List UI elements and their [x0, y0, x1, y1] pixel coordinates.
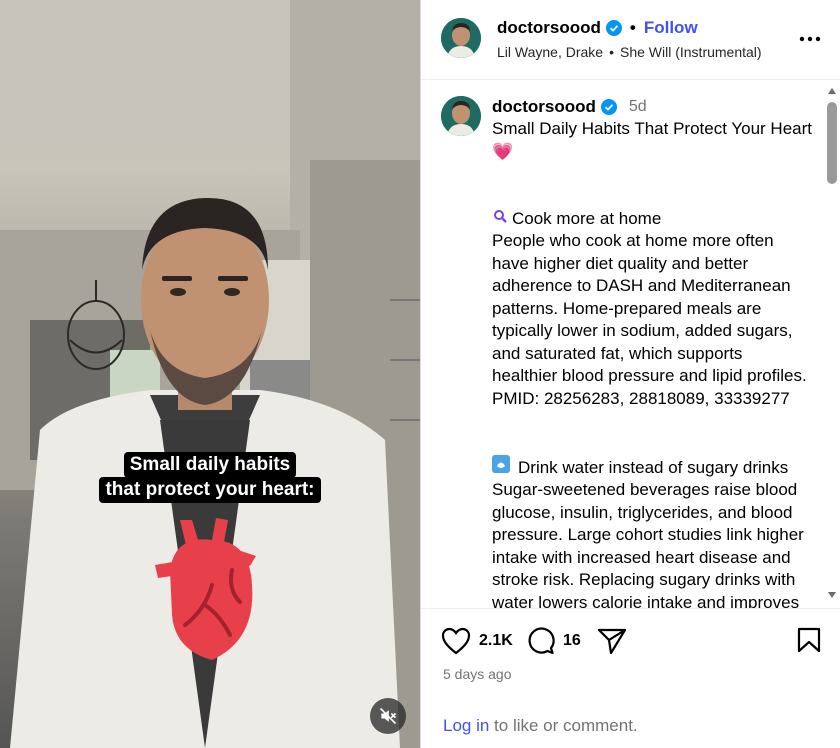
habit-1-body: People who cook at home more often have …: [492, 231, 812, 408]
post-time[interactable]: 5d: [629, 98, 647, 116]
reel-video[interactable]: Small daily habits that protect your hea…: [0, 0, 420, 748]
comment-bubble-icon: [528, 627, 555, 655]
comments-scrollbar[interactable]: [823, 80, 840, 608]
login-prompt: Log in to like or comment.: [443, 716, 638, 736]
follow-button[interactable]: Follow: [644, 18, 698, 38]
avatar-image: [441, 96, 481, 136]
username[interactable]: doctorsoood: [497, 18, 601, 38]
post-username-row: doctorsoood 5d: [492, 97, 647, 117]
video-caption: Small daily habits that protect your hea…: [0, 452, 420, 503]
habit-1-title-row: Cook more at home: [492, 208, 812, 231]
save-button[interactable]: [797, 627, 821, 653]
comments-section[interactable]: doctorsoood 5d Small Daily Habits That P…: [421, 80, 840, 608]
post-header: doctorsoood • Follow Lil Wayne, Drake • …: [421, 0, 840, 80]
habit-2-body: Sugar-sweetened beverages raise blood gl…: [492, 480, 804, 608]
water-emoji-icon: [492, 454, 518, 480]
habit-2-title: Drink water instead of sugary drinks: [518, 457, 789, 477]
habit-1-title: Cook more at home: [512, 208, 662, 228]
habit-2-title-row: Drink water instead of sugary drinks: [492, 454, 812, 480]
more-options-icon[interactable]: [799, 28, 821, 50]
caption-line-1: Small daily habits: [123, 452, 297, 478]
login-link[interactable]: Log in: [443, 716, 489, 735]
audio-separator: •: [609, 44, 614, 60]
caption-line-2: that protect your heart:: [99, 477, 321, 503]
video-frame: [0, 0, 420, 748]
avatar[interactable]: [441, 18, 481, 58]
login-prompt-text: to like or comment.: [489, 716, 638, 735]
scroll-thumb[interactable]: [827, 102, 837, 184]
paper-plane-icon: [597, 628, 627, 655]
like-count: 2.1K: [479, 632, 513, 649]
scroll-down-arrow-icon[interactable]: [827, 590, 837, 600]
comment-count: 16: [563, 632, 581, 649]
mute-button[interactable]: [370, 698, 406, 734]
share-button[interactable]: [597, 627, 627, 655]
heart-icon: [441, 627, 471, 655]
bookmark-icon: [797, 627, 821, 653]
post-username[interactable]: doctorsoood: [492, 97, 596, 117]
avatar-image: [441, 18, 481, 58]
post-actions: 2.1K 16 5 days ago Log in to like or com…: [421, 608, 840, 748]
post-date[interactable]: 5 days ago: [443, 666, 512, 682]
separator-dot: •: [629, 18, 636, 37]
scroll-up-arrow-icon[interactable]: [827, 86, 837, 96]
caption-title: Small Daily Habits That Protect Your Hea…: [492, 119, 817, 161]
verified-icon: [600, 99, 617, 115]
verified-icon: [605, 20, 622, 36]
header-username-row: doctorsoood • Follow: [497, 18, 698, 38]
post-caption: Small Daily Habits That Protect Your Hea…: [492, 118, 812, 608]
audio-title: She Will (Instrumental): [619, 44, 762, 60]
speaker-muted-icon: [379, 707, 397, 725]
comment-button[interactable]: 16: [527, 627, 581, 655]
audio-artist: Lil Wayne, Drake: [497, 44, 604, 60]
like-button[interactable]: 2.1K: [441, 627, 513, 655]
post-panel: doctorsoood • Follow Lil Wayne, Drake • …: [420, 0, 840, 748]
audio-attribution[interactable]: Lil Wayne, Drake • She Will (Instrumenta…: [497, 44, 762, 60]
magnifier-emoji-icon: [492, 208, 512, 231]
post-avatar[interactable]: [441, 96, 481, 136]
